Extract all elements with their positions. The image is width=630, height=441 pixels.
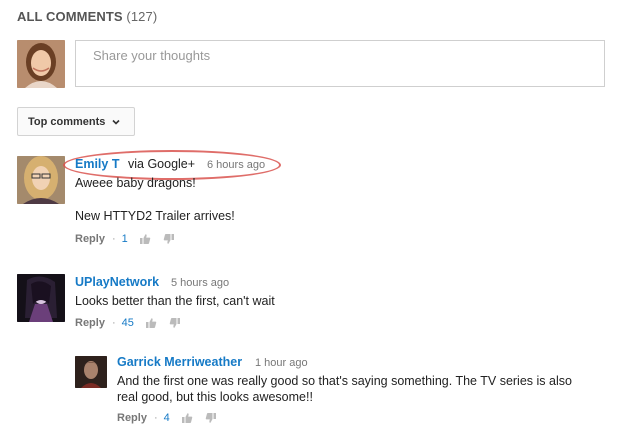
comment-actions: Reply · 45: [75, 317, 193, 329]
comment-text-line: New HTTYD2 Trailer arrives!: [75, 209, 235, 223]
thumbs-up-icon[interactable]: [181, 412, 193, 424]
comment-source: via Google+: [128, 157, 196, 171]
comment-timestamp[interactable]: 5 hours ago: [171, 277, 229, 289]
comment-author-link[interactable]: Emily T: [75, 157, 119, 171]
comment-timestamp[interactable]: 1 hour ago: [255, 357, 308, 369]
separator-dot: ·: [111, 317, 116, 329]
reply-button[interactable]: Reply: [75, 233, 105, 245]
comments-count: (127): [126, 9, 158, 24]
reply-button[interactable]: Reply: [117, 412, 147, 424]
current-user-avatar: [17, 40, 65, 88]
comment-author-link[interactable]: UPlayNetwork: [75, 275, 159, 289]
comment-input[interactable]: [76, 41, 604, 70]
comment-actions: Reply · 4: [117, 412, 229, 424]
garrick-avatar[interactable]: [75, 356, 107, 388]
share-thoughts-box[interactable]: [75, 40, 605, 87]
comment-timestamp[interactable]: 6 hours ago: [207, 159, 265, 171]
comment-text-line: Looks better than the first, can't wait: [75, 294, 275, 308]
chevron-down-icon: [111, 117, 121, 127]
comment-actions: Reply · 1: [75, 233, 187, 245]
like-count: 45: [121, 317, 134, 329]
separator-dot: ·: [153, 412, 158, 424]
comments-header: ALL COMMENTS (127): [17, 9, 157, 24]
uplaynetwork-avatar[interactable]: [17, 274, 65, 322]
comment-text-line: Aweee baby dragons!: [75, 176, 196, 190]
comments-title: ALL COMMENTS: [17, 9, 123, 24]
thumbs-up-icon[interactable]: [139, 233, 151, 245]
comment-text-line: real good, but this looks awesome!!: [117, 390, 313, 404]
reply-button[interactable]: Reply: [75, 317, 105, 329]
separator-dot: ·: [111, 233, 116, 245]
thumbs-down-icon[interactable]: [163, 233, 175, 245]
emily-avatar[interactable]: [17, 156, 65, 204]
thumbs-down-icon[interactable]: [169, 317, 181, 329]
like-count: 4: [163, 412, 170, 424]
sort-comments-dropdown[interactable]: Top comments: [17, 107, 135, 136]
sort-label: Top comments: [28, 115, 106, 128]
like-count: 1: [121, 233, 128, 245]
thumbs-down-icon[interactable]: [205, 412, 217, 424]
thumbs-up-icon[interactable]: [145, 317, 157, 329]
comment-author-link[interactable]: Garrick Merriweather: [117, 355, 242, 369]
